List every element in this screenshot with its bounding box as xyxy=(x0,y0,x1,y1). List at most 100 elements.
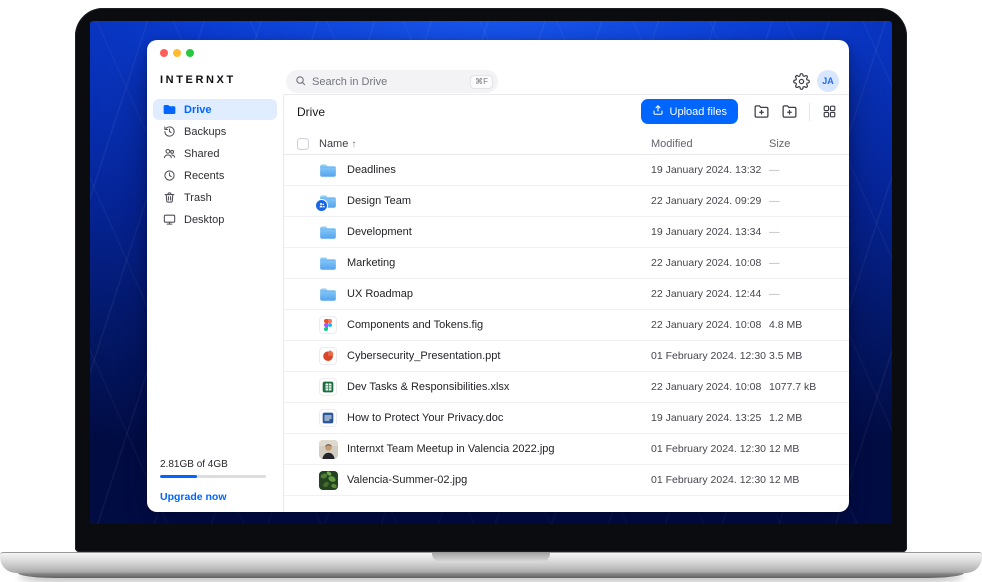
drive-toolbar: Drive Upload files xyxy=(284,95,849,128)
table-header: Name↑ Modified Size xyxy=(284,133,849,155)
settings-gear-icon[interactable] xyxy=(793,73,810,90)
file-name: How to Protect Your Privacy.doc xyxy=(347,412,651,424)
file-size: — xyxy=(769,257,836,269)
file-modified: 19 January 2024. 13:34 xyxy=(651,226,769,238)
laptop-base-edge xyxy=(18,573,964,578)
history-icon xyxy=(162,125,176,139)
laptop-screen: INTERNXT Drive Backups Shared Recents Trash D… xyxy=(75,8,907,552)
minimize-window-button[interactable] xyxy=(173,49,181,57)
select-all-checkbox[interactable] xyxy=(297,138,309,150)
search-placeholder: Search in Drive xyxy=(312,76,470,88)
file-list: Deadlines19 January 2024. 13:32—Design T… xyxy=(284,155,849,496)
file-size: — xyxy=(769,195,836,207)
name-column-label: Name xyxy=(319,138,348,150)
file-name: UX Roadmap xyxy=(347,288,651,300)
grid-view-icon[interactable] xyxy=(821,103,838,120)
trash-icon xyxy=(162,191,176,205)
file-modified: 01 February 2024. 12:30 xyxy=(651,474,769,486)
file-size: — xyxy=(769,288,836,300)
file-row[interactable]: How to Protect Your Privacy.doc19 Januar… xyxy=(284,403,849,434)
file-size: 3.5 MB xyxy=(769,350,836,362)
main-panel: Search in Drive ⌘F JA Drive xyxy=(284,40,849,512)
breadcrumb: Drive xyxy=(297,105,641,119)
column-header-size[interactable]: Size xyxy=(769,138,836,150)
file-name: Deadlines xyxy=(347,164,651,176)
sidebar-item-label: Backups xyxy=(184,126,226,138)
file-row[interactable]: Design Team22 January 2024. 09:29— xyxy=(284,186,849,217)
sidebar: INTERNXT Drive Backups Shared Recents Trash D… xyxy=(147,40,283,512)
powerpoint-icon xyxy=(319,347,347,365)
storage-progress-fill xyxy=(160,475,197,478)
toolbar-separator xyxy=(809,103,810,121)
clock-icon xyxy=(162,169,176,183)
folder-shared-icon xyxy=(319,194,347,209)
close-window-button[interactable] xyxy=(160,49,168,57)
sidebar-item-drive[interactable]: Drive xyxy=(153,99,277,120)
file-name: Marketing xyxy=(347,257,651,269)
upgrade-link[interactable]: Upgrade now xyxy=(160,491,266,503)
file-modified: 01 February 2024. 12:30 xyxy=(651,443,769,455)
file-modified: 01 February 2024. 12:30 xyxy=(651,350,769,362)
file-name: Valencia-Summer-02.jpg xyxy=(347,474,651,486)
file-row[interactable]: Valencia-Summer-02.jpg01 February 2024. … xyxy=(284,465,849,496)
folder-icon xyxy=(319,163,347,178)
file-size: 1077.7 kB xyxy=(769,381,836,393)
file-modified: 22 January 2024. 10:08 xyxy=(651,257,769,269)
toolbar-actions: Upload files xyxy=(641,99,838,124)
avatar[interactable]: JA xyxy=(817,70,839,92)
sort-ascending-icon: ↑ xyxy=(351,139,356,150)
folder-icon xyxy=(319,225,347,240)
file-row[interactable]: Dev Tasks & Responsibilities.xlsx22 Janu… xyxy=(284,372,849,403)
zoom-window-button[interactable] xyxy=(186,49,194,57)
file-row[interactable]: Development19 January 2024. 13:34— xyxy=(284,217,849,248)
sidebar-item-label: Trash xyxy=(184,192,212,204)
file-size: 1.2 MB xyxy=(769,412,836,424)
folder-icon xyxy=(162,103,176,117)
column-header-name[interactable]: Name↑ xyxy=(319,138,651,150)
shared-folder-badge xyxy=(315,199,328,212)
search-shortcut-badge: ⌘F xyxy=(470,75,493,89)
photo-person-icon xyxy=(319,440,347,459)
file-size: — xyxy=(769,226,836,238)
sidebar-item-label: Desktop xyxy=(184,214,224,226)
file-name: Design Team xyxy=(347,195,651,207)
column-header-modified[interactable]: Modified xyxy=(651,138,769,150)
file-modified: 22 January 2024. 09:29 xyxy=(651,195,769,207)
new-folder-icon[interactable] xyxy=(781,103,798,120)
file-row[interactable]: Internxt Team Meetup in Valencia 2022.jp… xyxy=(284,434,849,465)
sidebar-item-shared[interactable]: Shared xyxy=(153,143,277,164)
storage-widget: 2.81GB of 4GB Upgrade now xyxy=(160,459,266,503)
file-row[interactable]: Components and Tokens.fig22 January 2024… xyxy=(284,310,849,341)
excel-icon xyxy=(319,378,347,396)
sidebar-item-trash[interactable]: Trash xyxy=(153,187,277,208)
file-size: — xyxy=(769,164,836,176)
sidebar-item-desktop[interactable]: Desktop xyxy=(153,209,277,230)
sidebar-item-recents[interactable]: Recents xyxy=(153,165,277,186)
upload-files-label: Upload files xyxy=(670,106,727,118)
file-modified: 19 January 2024. 13:32 xyxy=(651,164,769,176)
users-icon xyxy=(162,147,176,161)
upload-folder-icon[interactable] xyxy=(753,103,770,120)
file-modified: 22 January 2024. 10:08 xyxy=(651,319,769,331)
sidebar-item-label: Recents xyxy=(184,170,224,182)
desktop-icon xyxy=(162,213,176,227)
file-size: 12 MB xyxy=(769,443,836,455)
sidebar-item-backups[interactable]: Backups xyxy=(153,121,277,142)
file-row[interactable]: Cybersecurity_Presentation.ppt01 Februar… xyxy=(284,341,849,372)
upload-files-button[interactable]: Upload files xyxy=(641,99,738,124)
sidebar-item-label: Shared xyxy=(184,148,219,160)
figma-icon xyxy=(319,316,347,334)
window-controls xyxy=(160,49,194,57)
file-row[interactable]: UX Roadmap22 January 2024. 12:44— xyxy=(284,279,849,310)
file-row[interactable]: Deadlines19 January 2024. 13:32— xyxy=(284,155,849,186)
file-name: Development xyxy=(347,226,651,238)
screenshot-stage: INTERNXT Drive Backups Shared Recents Trash D… xyxy=(0,0,982,582)
photo-leaves-icon xyxy=(319,471,347,490)
app-logo: INTERNXT xyxy=(160,74,236,86)
file-modified: 22 January 2024. 12:44 xyxy=(651,288,769,300)
file-row[interactable]: Marketing22 January 2024. 10:08— xyxy=(284,248,849,279)
search-input[interactable]: Search in Drive ⌘F xyxy=(286,70,498,93)
file-size: 12 MB xyxy=(769,474,836,486)
desktop-wallpaper: INTERNXT Drive Backups Shared Recents Trash D… xyxy=(90,21,892,524)
file-name: Components and Tokens.fig xyxy=(347,319,651,331)
